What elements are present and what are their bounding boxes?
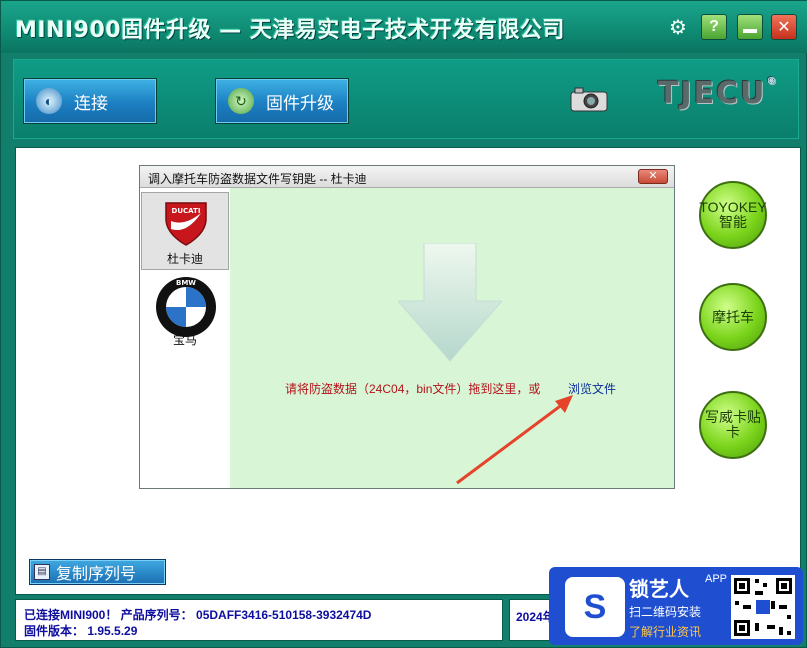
toolbar: ◐ 连接 ↻ 固件升级 TJECU® bbox=[13, 59, 799, 139]
title-bar: MINI900固件升级 — 天津易实电子技术开发有限公司 ⚙ ? ✕ bbox=[1, 1, 807, 53]
down-arrow-icon bbox=[398, 243, 502, 362]
logo-text: TJECU bbox=[658, 76, 767, 111]
registered-mark: ® bbox=[766, 76, 779, 87]
brand-label-bmw: 宝马 bbox=[172, 333, 197, 347]
ducati-logo-text: DUCATI bbox=[172, 207, 201, 215]
status-firmware-version: 固件版本： 1.95.5.29 bbox=[24, 624, 138, 638]
ad-info-text: 了解行业资讯 bbox=[629, 625, 702, 639]
tjecu-logo: TJECU® bbox=[658, 76, 779, 111]
camera-icon[interactable] bbox=[570, 86, 608, 112]
settings-gear-icon[interactable]: ⚙ bbox=[665, 14, 691, 40]
shield-logo-icon: S bbox=[565, 577, 625, 637]
ducati-logo-icon: DUCATI bbox=[165, 202, 207, 246]
bmw-logo-icon: BMW bbox=[156, 277, 216, 337]
brand-list: DUCATI 杜卡迪 BMW 宝马 bbox=[140, 188, 230, 488]
app-window: MINI900固件升级 — 天津易实电子技术开发有限公司 ⚙ ? ✕ ◐ 连接 … bbox=[0, 0, 807, 648]
write-card-button[interactable]: 写威卡贴卡 bbox=[699, 391, 767, 459]
copy-icon: ▤ bbox=[34, 564, 50, 580]
motorcycle-button[interactable]: 摩托车 bbox=[699, 283, 767, 351]
copy-serial-button[interactable]: ▤ 复制序列号 bbox=[29, 559, 166, 585]
help-button[interactable]: ? bbox=[701, 14, 727, 40]
firmware-upgrade-button[interactable]: ↻ 固件升级 bbox=[215, 78, 349, 124]
minimize-button[interactable] bbox=[737, 14, 763, 40]
motorcycle-key-dialog: 调入摩托车防盗数据文件写钥匙 -- 杜卡迪 ✕ DUCATI 杜卡迪 BMW 宝… bbox=[139, 165, 675, 489]
qr-code-icon bbox=[731, 575, 795, 639]
window-title: MINI900固件升级 — 天津易实电子技术开发有限公司 bbox=[15, 18, 565, 43]
connect-icon: ◐ bbox=[36, 88, 62, 114]
app-ad-overlay[interactable]: S 锁艺人 APP 扫二维码安装 了解行业资讯 bbox=[549, 567, 803, 645]
toyokey-button[interactable]: TOYOKEY智能 bbox=[699, 181, 767, 249]
close-button[interactable]: ✕ bbox=[771, 14, 797, 40]
refresh-icon: ↻ bbox=[228, 88, 254, 114]
annotation-arrow-icon bbox=[456, 395, 573, 485]
status-connection: 已连接MINI900！ 产品序列号： 05DAFF3416-510158-393… bbox=[24, 608, 372, 622]
bmw-logo-text: BMW bbox=[176, 279, 196, 287]
dialog-title: 调入摩托车防盗数据文件写钥匙 -- 杜卡迪 bbox=[148, 172, 367, 186]
connect-label: 连接 bbox=[74, 93, 108, 113]
dialog-title-bar: 调入摩托车防盗数据文件写钥匙 -- 杜卡迪 ✕ bbox=[140, 166, 674, 188]
brand-label-ducati: 杜卡迪 bbox=[166, 252, 203, 266]
ad-scan-text: 扫二维码安装 bbox=[629, 605, 702, 619]
ad-app-tag: APP bbox=[705, 573, 728, 585]
brand-item-ducati[interactable]: DUCATI 杜卡迪 bbox=[141, 192, 229, 270]
copy-serial-label: 复制序列号 bbox=[56, 566, 137, 583]
brand-item-bmw[interactable]: BMW 宝马 bbox=[141, 272, 229, 350]
status-panel: 已连接MINI900！ 产品序列号： 05DAFF3416-510158-393… bbox=[15, 599, 503, 641]
dialog-close-button[interactable]: ✕ bbox=[638, 169, 668, 184]
ad-name: 锁艺人 bbox=[629, 579, 689, 601]
minimize-icon bbox=[743, 29, 757, 33]
firmware-upgrade-label: 固件升级 bbox=[266, 93, 334, 113]
connect-button[interactable]: ◐ 连接 bbox=[23, 78, 157, 124]
